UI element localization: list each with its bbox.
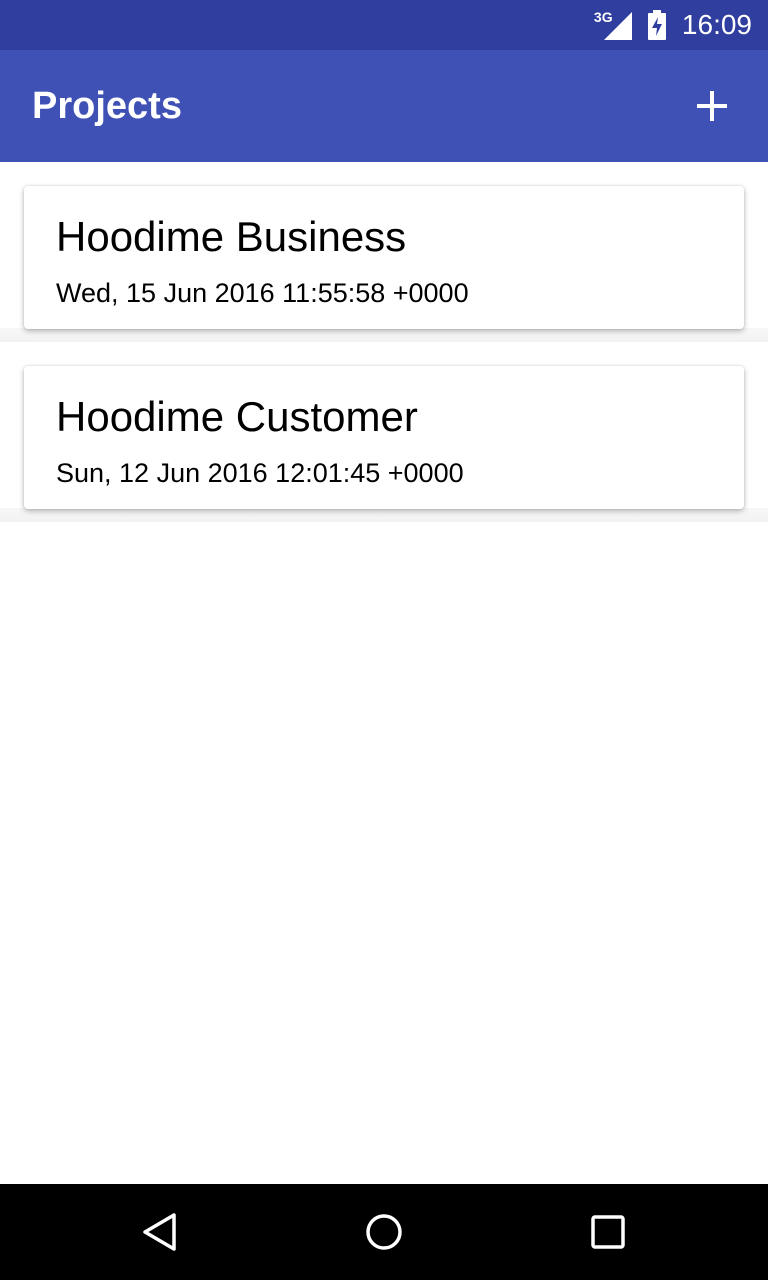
add-project-button[interactable] [680,74,744,138]
recent-apps-button[interactable] [576,1200,640,1264]
status-bar: 3G 16:09 [0,0,768,50]
page-title: Projects [32,85,182,127]
project-name: Hoodime Customer [56,393,418,440]
back-icon [143,1213,176,1251]
project-date: Wed, 15 Jun 2016 11:55:58 +0000 [56,278,469,308]
recent-apps-icon [591,1215,625,1249]
project-list: Hoodime Business Wed, 15 Jun 2016 11:55:… [0,162,768,522]
back-button[interactable] [128,1200,192,1264]
status-time: 16:09 [681,9,752,40]
list-item: Hoodime Business Wed, 15 Jun 2016 11:55:… [0,162,768,342]
project-card[interactable]: Hoodime Business Wed, 15 Jun 2016 11:55:… [24,186,744,329]
list-item: Hoodime Customer Sun, 12 Jun 2016 12:01:… [0,342,768,522]
home-button[interactable] [352,1200,416,1264]
status-icons: 3G 16:09 [594,0,752,50]
home-icon [366,1214,402,1250]
app-bar: Projects [0,50,768,162]
project-card[interactable]: Hoodime Customer Sun, 12 Jun 2016 12:01:… [24,366,744,509]
plus-icon [697,91,727,121]
navigation-bar [0,1184,768,1280]
project-date: Sun, 12 Jun 2016 12:01:45 +0000 [56,458,464,488]
project-name: Hoodime Business [56,213,407,260]
network-type-label: 3G [593,9,613,25]
screen: 3G 16:09 Projects Hoodime Business Wed, … [0,0,768,1280]
battery-icon [647,10,666,40]
signal-icon: 3G [594,10,632,40]
